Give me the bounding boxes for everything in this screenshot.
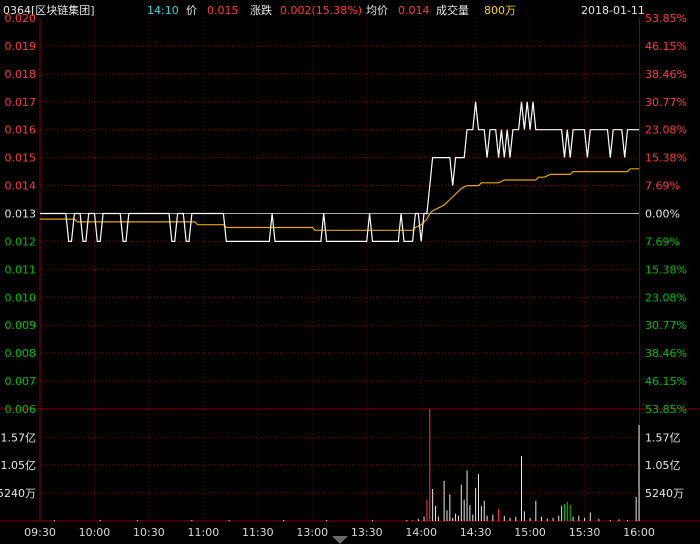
time-tick-label: 13:30 — [351, 526, 383, 539]
time-tick-label: 09:30 — [24, 526, 56, 539]
time-tick-label: 14:30 — [460, 526, 492, 539]
average-price-line — [40, 168, 639, 231]
volume-axis: 1.57亿 1.57亿 1.05亿 1.05亿 5240万 5240万 — [0, 431, 684, 500]
price-tick-label: 0.019 — [5, 40, 37, 53]
price-tick-label: 0.017 — [5, 96, 37, 109]
percent-tick-label: 30.77% — [645, 96, 687, 109]
percent-tick-label: 23.08% — [645, 124, 687, 137]
volume-tick-label: 1.05亿 — [1, 459, 37, 472]
volume-tick-label-right: 1.05亿 — [645, 459, 681, 472]
percent-tick-label: 46.15% — [645, 40, 687, 53]
percent-tick-label: 38.46% — [645, 347, 687, 360]
price-tick-label: 0.013 — [5, 208, 37, 221]
price-tick-label: 0.008 — [5, 347, 37, 360]
price-tick-label: 0.010 — [5, 291, 37, 304]
time-tick-label: 15:00 — [514, 526, 546, 539]
price-axis: 0.020 0.019 0.018 0.017 0.016 0.015 0.014 0.013… — [5, 12, 37, 416]
price-tick-label: 0.007 — [5, 375, 37, 388]
percent-tick-label: 53.85% — [645, 403, 687, 416]
percent-tick-label: 7.69% — [645, 180, 680, 193]
price-tick-label: 0.015 — [5, 152, 37, 165]
percent-axis: 53.85% 46.15% 38.46% 30.77% 23.08% 15.38% 7.69… — [645, 12, 687, 416]
price-tick-label: 0.018 — [5, 68, 37, 81]
time-tick-label: 16:00 — [623, 526, 655, 539]
volume-tick-label: 1.57亿 — [1, 431, 37, 444]
price-line — [40, 101, 639, 242]
percent-tick-label: 38.46% — [645, 68, 687, 81]
grid-lines — [0, 18, 700, 522]
time-tick-label: 10:00 — [79, 526, 111, 539]
percent-tick-label: 7.69% — [645, 235, 680, 248]
price-tick-label: 0.020 — [5, 12, 37, 25]
price-tick-label: 0.006 — [5, 403, 37, 416]
percent-tick-label: 46.15% — [645, 375, 687, 388]
time-tick-label: 11:30 — [242, 526, 274, 539]
scroll-down-icon[interactable] — [332, 536, 348, 544]
time-tick-label: 10:30 — [133, 526, 165, 539]
time-tick-label: 11:00 — [188, 526, 220, 539]
percent-tick-label: 0.00% — [645, 208, 680, 221]
price-tick-label: 0.012 — [5, 235, 37, 248]
time-tick-label: 14:00 — [405, 526, 437, 539]
price-tick-label: 0.014 — [5, 180, 37, 193]
time-tick-label: 13:00 — [296, 526, 328, 539]
time-tick-label: 15:30 — [569, 526, 601, 539]
percent-tick-label: 30.77% — [645, 319, 687, 332]
percent-tick-label: 15.38% — [645, 263, 687, 276]
percent-tick-label: 53.85% — [645, 12, 687, 25]
price-tick-label: 0.009 — [5, 319, 37, 332]
volume-tick-label-right: 5240万 — [645, 487, 684, 500]
volume-tick-label: 5240万 — [0, 487, 36, 500]
intraday-chart[interactable]: 0.020 0.019 0.018 0.017 0.016 0.015 0.014 0.013… — [0, 0, 700, 544]
price-tick-label: 0.011 — [5, 263, 37, 276]
price-tick-label: 0.016 — [5, 124, 37, 137]
percent-tick-label: 23.08% — [645, 291, 687, 304]
price-lines — [40, 101, 639, 242]
volume-tick-label-right: 1.57亿 — [645, 431, 681, 444]
percent-tick-label: 15.38% — [645, 152, 687, 165]
